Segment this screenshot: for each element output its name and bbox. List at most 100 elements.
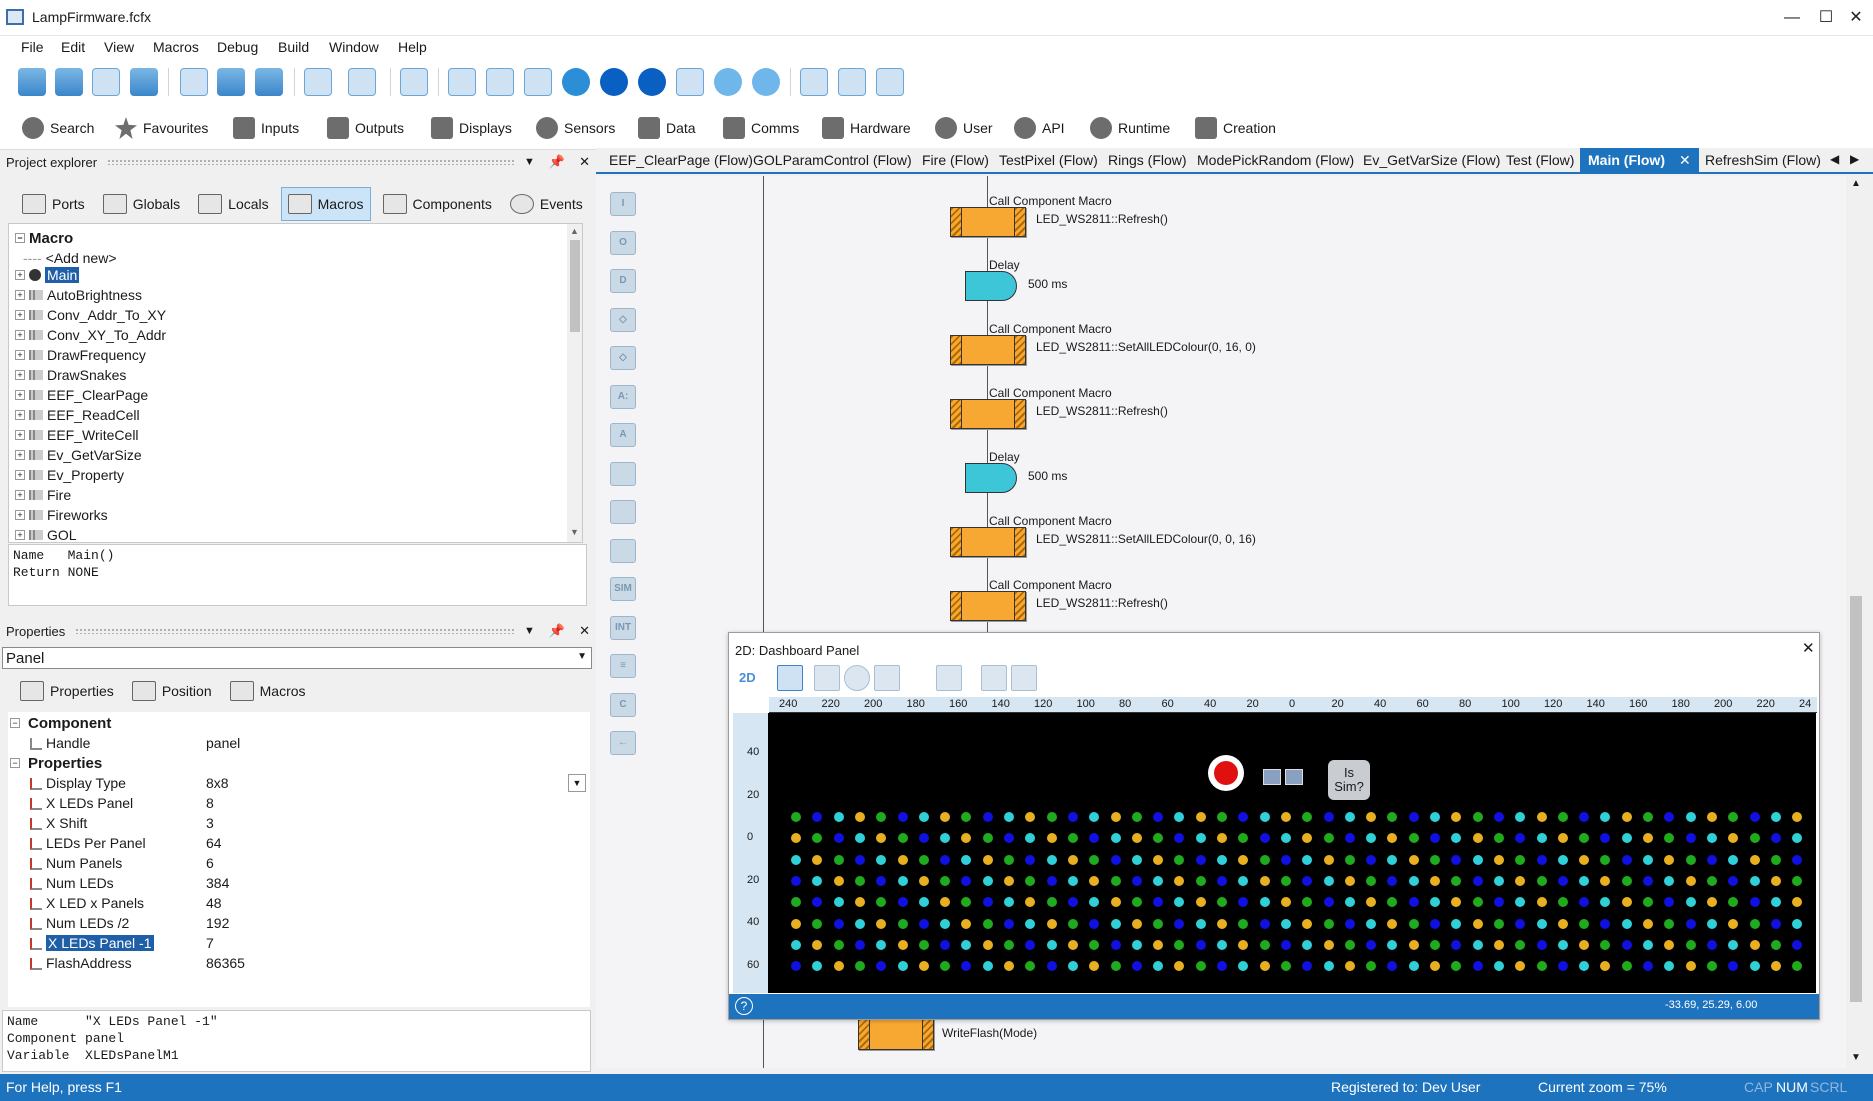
scroll-thumb[interactable] <box>1850 596 1862 1002</box>
palette-icon[interactable]: C <box>610 692 636 717</box>
menu-edit[interactable]: Edit <box>61 39 85 55</box>
palette-icon[interactable]: I <box>610 192 636 216</box>
menu-debug[interactable]: Debug <box>217 39 258 55</box>
category-displays[interactable]: Displays <box>431 116 512 140</box>
collapse-icon[interactable]: − <box>10 758 20 768</box>
palette-icon[interactable]: INT <box>610 615 636 640</box>
expand-icon[interactable]: + <box>15 270 25 280</box>
help-icon[interactable] <box>400 68 428 96</box>
tab-rings[interactable]: Rings (Flow) <box>1108 152 1187 168</box>
category-api[interactable]: API <box>1014 116 1065 140</box>
undo-icon[interactable] <box>304 68 332 96</box>
c-code-icon[interactable] <box>800 68 828 96</box>
tree-item[interactable]: + EEF_ReadCell <box>15 405 140 425</box>
palette-icon[interactable]: O <box>610 230 636 255</box>
category-creation[interactable]: Creation <box>1195 116 1276 140</box>
expand-icon[interactable]: + <box>15 290 25 300</box>
tab-modepickrandom[interactable]: ModePickRandom (Flow) <box>1197 152 1354 168</box>
expand-icon[interactable]: + <box>15 410 25 420</box>
palette-icon[interactable]: A <box>610 423 636 447</box>
tab-locals[interactable]: Locals <box>192 187 274 221</box>
expand-icon[interactable]: + <box>15 430 25 440</box>
palette-icon[interactable]: ← <box>610 731 636 755</box>
view-icon[interactable] <box>448 68 476 96</box>
palette-icon[interactable] <box>610 538 636 563</box>
flow-call-box[interactable] <box>950 527 1026 557</box>
category-hardware[interactable]: Hardware <box>822 116 911 140</box>
menu-macros[interactable]: Macros <box>153 39 199 55</box>
property-row[interactable]: Display Type 8x8 <box>8 774 590 794</box>
dropdown-arrow-icon[interactable]: ▼ <box>568 774 586 792</box>
pin-icon[interactable]: 📌 <box>549 623 565 639</box>
play-icon[interactable] <box>562 68 590 96</box>
sim-icon[interactable] <box>676 68 704 96</box>
dropdown-arrow-icon[interactable]: ▼ <box>524 156 535 168</box>
menu-window[interactable]: Window <box>329 39 379 55</box>
tab-scroll-left-icon[interactable]: ◀ <box>1830 152 1839 166</box>
expand-icon[interactable]: + <box>15 490 25 500</box>
flow-delay-box[interactable] <box>965 271 1017 301</box>
tree-item[interactable]: + Ev_Property <box>15 465 124 485</box>
close-window-button[interactable]: ✕ <box>1836 6 1873 30</box>
property-row[interactable]: Num LEDs 384 <box>8 874 590 894</box>
expand-icon[interactable]: + <box>15 330 25 340</box>
menu-view[interactable]: View <box>104 39 134 55</box>
paste-icon[interactable] <box>255 68 283 96</box>
record-button[interactable] <box>1208 755 1244 791</box>
collapse-icon[interactable]: − <box>15 233 25 243</box>
tree-item[interactable]: + Ev_GetVarSize <box>15 445 142 465</box>
pin-icon[interactable]: 📌 <box>549 154 565 170</box>
cut-icon[interactable] <box>180 68 208 96</box>
pause-icon[interactable] <box>600 68 628 96</box>
category-user[interactable]: User <box>935 116 993 140</box>
menu-file[interactable]: File <box>21 39 44 55</box>
tree-item[interactable]: + EEF_WriteCell <box>15 425 139 445</box>
menu-build[interactable]: Build <box>278 39 309 55</box>
menu-help[interactable]: Help <box>398 39 427 55</box>
tab-macros[interactable]: Macros <box>280 187 371 221</box>
palette-icon[interactable]: D <box>610 269 636 293</box>
flow-call-box[interactable] <box>950 335 1026 365</box>
zoom-fit-icon[interactable] <box>814 665 840 691</box>
compile-icon[interactable] <box>876 68 904 96</box>
flow-call-box[interactable] <box>950 399 1026 429</box>
mode-2d-label[interactable]: 2D <box>739 670 756 685</box>
close-icon[interactable]: ✕ <box>579 623 590 639</box>
palette-icon[interactable] <box>610 500 636 524</box>
tree-item[interactable]: + DrawFrequency <box>15 345 146 365</box>
palette-icon[interactable] <box>610 461 636 486</box>
step-into-icon[interactable] <box>714 68 742 96</box>
flow-scrollbar[interactable]: ▲ ▼ <box>1846 176 1866 1068</box>
tab-properties[interactable]: Properties <box>14 674 120 708</box>
property-row[interactable]: FlashAddress 86365 <box>8 954 590 974</box>
scroll-thumb[interactable] <box>570 240 580 332</box>
tab-eef-clearpage[interactable]: EEF_ClearPage (Flow) <box>609 152 753 168</box>
stop-icon[interactable] <box>638 68 666 96</box>
flow-call-box[interactable] <box>858 1018 934 1050</box>
expand-icon[interactable]: + <box>15 470 25 480</box>
category-outputs[interactable]: Outputs <box>327 116 404 140</box>
dropdown-arrow-icon[interactable]: ▼ <box>524 625 535 637</box>
property-row[interactable]: X LEDs Panel 8 <box>8 794 590 814</box>
tools-icon[interactable] <box>981 665 1007 691</box>
dashboard-close-icon[interactable]: ✕ <box>1802 639 1815 657</box>
debug-ghost2-icon[interactable] <box>524 68 552 96</box>
tab-events[interactable]: Events <box>504 187 589 221</box>
tab-globals[interactable]: Globals <box>97 187 186 221</box>
tree-scrollbar[interactable]: ▲ ▼ <box>567 224 582 542</box>
help-icon[interactable]: ? <box>735 997 753 1015</box>
property-row[interactable]: X Shift 3 <box>8 814 590 834</box>
close-tab-icon[interactable]: ✕ <box>1679 152 1691 168</box>
colour-icon[interactable] <box>1011 665 1037 691</box>
expand-icon[interactable]: + <box>15 310 25 320</box>
flow-call-box[interactable] <box>950 591 1026 621</box>
category-runtime[interactable]: Runtime <box>1090 116 1170 140</box>
palette-icon[interactable]: ◇ <box>610 346 636 370</box>
binary-icon[interactable] <box>838 68 866 96</box>
resize-icon[interactable] <box>874 665 900 691</box>
component-icon[interactable] <box>936 665 962 691</box>
property-row[interactable]: Num LEDs /2 192 <box>8 914 590 934</box>
expand-icon[interactable]: + <box>15 370 25 380</box>
tab-testpixel[interactable]: TestPixel (Flow) <box>999 152 1098 168</box>
open-folder-icon[interactable] <box>55 68 83 96</box>
